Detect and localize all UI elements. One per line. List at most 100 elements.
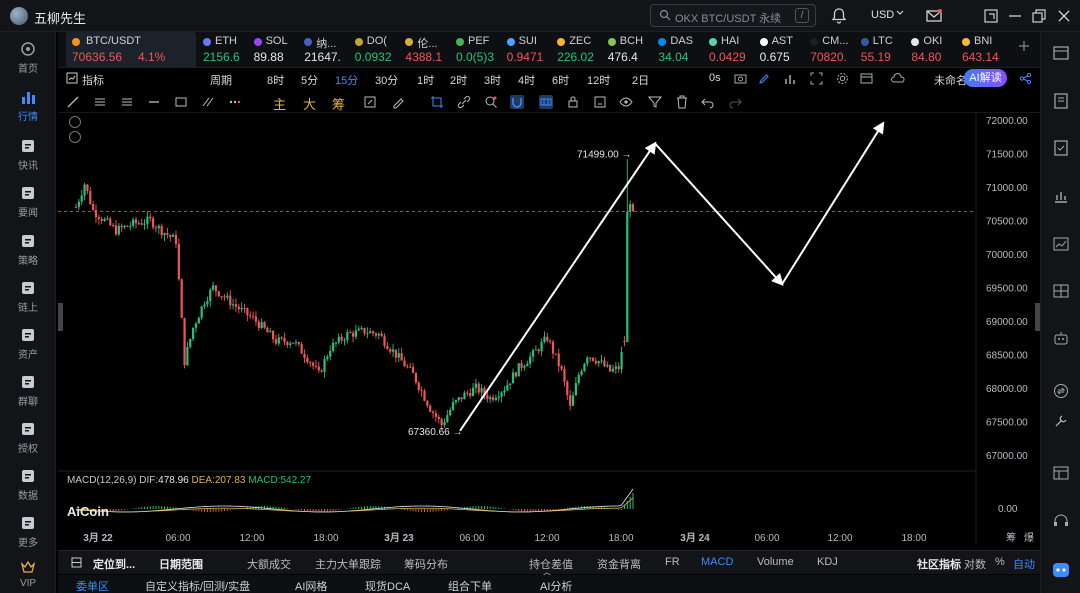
- trash-icon[interactable]: [675, 95, 689, 109]
- sidebar-item-0[interactable]: 首页: [0, 36, 56, 80]
- interval-5[interactable]: 2时: [450, 72, 467, 88]
- interval-4[interactable]: 1时: [417, 72, 434, 88]
- cloud-icon[interactable]: [891, 72, 905, 85]
- ticker-7[interactable]: SUI 0.9471: [506, 32, 553, 67]
- left-drag-handle[interactable]: [58, 303, 63, 331]
- interval-8[interactable]: 6时: [552, 72, 569, 88]
- grid-icon[interactable]: [1052, 282, 1070, 300]
- large-order-toggle[interactable]: 大: [303, 94, 316, 113]
- panel-tab-2[interactable]: AI网格: [295, 578, 327, 593]
- currency-select[interactable]: USD: [871, 9, 894, 21]
- axis-extra-label[interactable]: 筹: [1006, 531, 1016, 544]
- interval-2[interactable]: 15分: [335, 72, 358, 88]
- bottom-tab-11[interactable]: %: [995, 556, 1005, 568]
- bottom-tab-7[interactable]: Volume: [757, 556, 794, 568]
- interval-6[interactable]: 3时: [484, 72, 501, 88]
- date-range-button[interactable]: 日期范围: [159, 556, 203, 572]
- bottom-tab-4[interactable]: 资金背离: [597, 556, 641, 572]
- zero-s-label[interactable]: 0s: [709, 72, 721, 84]
- sidebar-item-4[interactable]: 策略: [0, 228, 56, 272]
- bottom-tab-6[interactable]: MACD: [701, 556, 733, 568]
- undo-icon[interactable]: [701, 95, 715, 109]
- bottom-tab-3[interactable]: 持仓差值: [529, 556, 573, 572]
- ai-interpret-button[interactable]: AI解读: [964, 69, 1007, 87]
- sidebar-item-2[interactable]: 快讯: [0, 133, 56, 177]
- ticker-2[interactable]: SOL 89.88: [253, 32, 300, 67]
- lock-icon[interactable]: [566, 95, 580, 109]
- horizontal-lines-tool-icon[interactable]: [120, 95, 134, 109]
- sidebar-item-1[interactable]: 行情: [0, 84, 56, 128]
- magnet-icon[interactable]: [510, 95, 524, 109]
- ticker-8[interactable]: ZEC 226.02: [557, 32, 603, 67]
- settings-icon[interactable]: [836, 72, 849, 85]
- bottom-tab-10[interactable]: 对数: [964, 556, 986, 572]
- bar-chart-icon[interactable]: [1052, 187, 1070, 205]
- bottom-tab-8[interactable]: KDJ: [817, 556, 838, 568]
- link-icon[interactable]: [457, 95, 471, 109]
- notification-bell-icon[interactable]: [830, 7, 848, 25]
- interval-9[interactable]: 12时: [587, 72, 610, 88]
- zoom-icon[interactable]: [484, 95, 498, 109]
- add-ticker-icon[interactable]: [1018, 40, 1030, 52]
- search-input[interactable]: OKX BTC/USDT 永续 /: [650, 4, 816, 27]
- axis-extra-label[interactable]: 爆: [1024, 532, 1034, 544]
- template-icon[interactable]: [860, 72, 873, 85]
- sidebar-item-9[interactable]: 数据: [0, 463, 56, 507]
- bottom-tab-1[interactable]: 主力大单跟踪: [315, 556, 381, 572]
- bars-pattern-icon[interactable]: [539, 95, 553, 109]
- pen-icon[interactable]: [758, 72, 771, 85]
- bottom-tab-12[interactable]: 自动: [1013, 556, 1035, 572]
- tool-icon[interactable]: [1052, 412, 1070, 430]
- eraser-icon[interactable]: [391, 95, 405, 109]
- trend-line-tool-icon[interactable]: [66, 95, 80, 109]
- panel-tab-0[interactable]: 委单区: [76, 578, 109, 593]
- robot-icon[interactable]: [1052, 329, 1070, 347]
- sidebar-item-3[interactable]: 要闻: [0, 180, 56, 224]
- filter-icon[interactable]: [648, 95, 662, 109]
- note-icon[interactable]: [593, 95, 607, 109]
- ticker-10[interactable]: DAS 34.04: [658, 32, 704, 67]
- ticker-0[interactable]: BTC/USDT 70636.56 4.1%: [66, 32, 196, 67]
- channel-tool-icon[interactable]: [201, 95, 215, 109]
- panel-tab-4[interactable]: 组合下单: [448, 578, 492, 593]
- interval-1[interactable]: 5分: [301, 72, 318, 88]
- projection-arrow-0[interactable]: [459, 141, 657, 432]
- ticker-13[interactable]: CM... 70820.: [810, 32, 856, 67]
- mail-icon[interactable]: [925, 7, 943, 25]
- chatbot-icon[interactable]: [1051, 560, 1071, 580]
- ticker-5[interactable]: 伦... 4388.1: [405, 32, 451, 67]
- layout-icon[interactable]: [1052, 44, 1070, 62]
- collapse-icon[interactable]: [69, 116, 81, 128]
- interval-10[interactable]: 2日: [632, 72, 649, 88]
- bottom-tab-5[interactable]: FR: [665, 556, 680, 568]
- order-icon[interactable]: [1052, 139, 1070, 157]
- fullscreen-icon[interactable]: [810, 72, 823, 85]
- interval-3[interactable]: 30分: [375, 72, 398, 88]
- close-icon[interactable]: [1055, 7, 1073, 25]
- support-icon[interactable]: [1052, 512, 1070, 530]
- redo-icon[interactable]: [728, 95, 742, 109]
- expand-icon[interactable]: [69, 131, 81, 143]
- projection-arrow-1[interactable]: [654, 142, 784, 286]
- panel-icon[interactable]: [1052, 464, 1070, 482]
- sidebar-item-10[interactable]: 更多: [0, 510, 56, 554]
- bottom-tab-9[interactable]: 社区指标: [917, 556, 961, 572]
- ticker-1[interactable]: ETH 2156.6: [203, 32, 249, 67]
- panel-tab-5[interactable]: AI分析: [540, 578, 572, 593]
- sidebar-item-8[interactable]: 授权: [0, 416, 56, 460]
- replace-icon[interactable]: [363, 95, 377, 109]
- parallel-lines-tool-icon[interactable]: [93, 95, 107, 109]
- ticker-3[interactable]: 纳... 21647.: [304, 32, 350, 67]
- sidebar-item-5[interactable]: 链上: [0, 275, 56, 319]
- ticker-11[interactable]: HAI 0.0429: [709, 32, 755, 67]
- bottom-tab-2[interactable]: 筹码分布: [404, 556, 448, 572]
- ticker-14[interactable]: LTC 55.19: [860, 32, 907, 67]
- sidebar-item-11[interactable]: VIP: [0, 554, 56, 593]
- projection-arrow-2[interactable]: [781, 121, 885, 285]
- popout-icon[interactable]: [982, 7, 1000, 25]
- minimize-icon[interactable]: [1006, 7, 1024, 25]
- line-chart-icon[interactable]: [1052, 235, 1070, 253]
- unnamed-layout[interactable]: 未命名: [934, 72, 967, 88]
- price-chart[interactable]: 72000.00 71500.00 71000.00 70500.00 70000.00…: [58, 113, 1040, 558]
- share-icon[interactable]: [1019, 72, 1032, 85]
